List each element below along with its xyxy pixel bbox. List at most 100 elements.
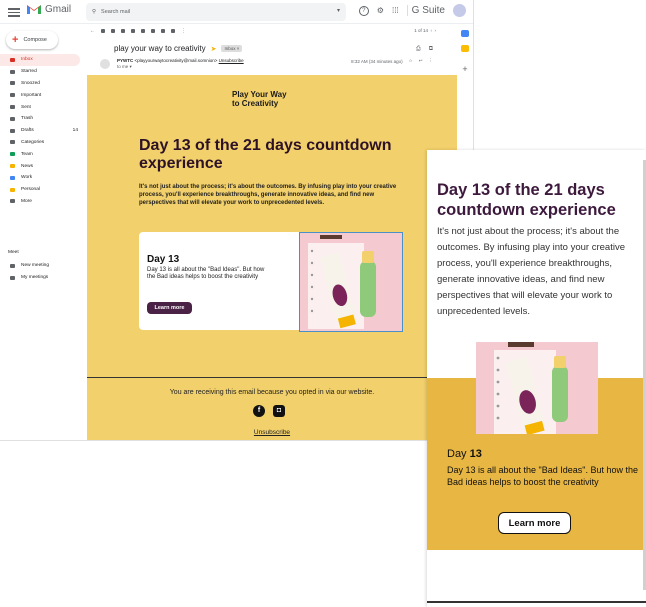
cosmetics-illustration	[476, 342, 598, 434]
gmail-logo-text: Gmail	[45, 3, 72, 15]
apps-icon[interactable]: ⁞⁞⁞	[392, 6, 399, 15]
account-avatar[interactable]	[453, 4, 466, 17]
snooze-icon[interactable]	[141, 29, 145, 33]
top-right-controls: ? ⚙ ⁞⁞⁞ G Suite	[358, 4, 466, 17]
email-heading: Day 13 of the 21 days countdown experien…	[139, 137, 392, 172]
snoozed-icon	[10, 81, 15, 86]
open-new-window-icon[interactable]: ⧉	[429, 46, 433, 53]
archive-icon[interactable]	[101, 29, 105, 33]
inbox-icon	[10, 57, 15, 62]
sender-name: PYWTC	[117, 58, 134, 63]
report-spam-icon[interactable]	[111, 29, 115, 33]
mobile-preview: Day 13 of the 21 days countdown experien…	[427, 150, 646, 607]
sender-info: PYWTC <playyourwaytocreativity@mail.somn…	[117, 58, 244, 70]
mobile-day-number: 13	[469, 448, 482, 460]
unsubscribe-link[interactable]: Unsubscribe	[87, 429, 457, 436]
sidebar-item-snoozed[interactable]: Snoozed	[0, 78, 86, 90]
pager: 1 of 14 ‹ ›	[414, 28, 436, 33]
sent-icon	[10, 105, 15, 110]
brand-line-2: to Creativity	[232, 99, 279, 108]
learn-more-button[interactable]: Learn more	[147, 302, 192, 314]
sidebar-item-categories[interactable]: Categories	[0, 137, 86, 149]
work-icon	[10, 175, 15, 180]
print-icon[interactable]: ⎙	[416, 46, 421, 53]
sidebar-item-team[interactable]: Team	[0, 148, 86, 160]
hamburger-menu-icon[interactable]	[8, 6, 20, 18]
sender-avatar	[100, 59, 110, 69]
sidebar-item-drafts[interactable]: Drafts 14	[0, 125, 86, 137]
email-meta: 8:32 AM (34 minutes ago) ☆ ↩ ⋮	[351, 58, 433, 64]
inbox-label-chip[interactable]: Inbox ×	[221, 45, 243, 52]
starred-icon	[10, 69, 15, 74]
sidebar-item-label: Categories	[21, 139, 45, 145]
sidebar-item-count: 14	[72, 128, 78, 134]
video-icon	[10, 263, 15, 268]
sidebar-item-label: Team	[21, 151, 33, 157]
gmail-m-icon	[27, 5, 41, 14]
star-icon[interactable]: ☆	[409, 58, 413, 64]
card-text: Day 13 is all about the "Bad Ideas". But…	[147, 267, 265, 280]
email-body: Play Your Way to Creativity Day 13 of th…	[87, 75, 457, 440]
sidebar-item-my-meetings[interactable]: My meetings	[0, 272, 86, 284]
sidebar-item-more[interactable]: More	[0, 196, 86, 208]
instagram-icon[interactable]: ◘	[273, 405, 285, 417]
add-addon-icon[interactable]: +	[456, 64, 473, 74]
sidebar-item-starred[interactable]: Starred	[0, 66, 86, 78]
gmail-logo[interactable]: Gmail	[26, 3, 71, 15]
sidebar-item-label: My meetings	[21, 275, 49, 281]
pager-text: 1 of 14	[414, 28, 428, 33]
add-task-icon[interactable]	[151, 29, 155, 33]
search-input[interactable]: ⚲ Search mail ▾	[86, 3, 346, 21]
email-time: 8:32 AM (34 minutes ago)	[351, 58, 403, 64]
calendar-icon[interactable]	[461, 30, 469, 37]
cosmetics-illustration	[300, 233, 402, 331]
sidebar: + Compose Inbox Starred Snoozed Important Se…	[0, 24, 86, 440]
team-icon	[10, 152, 15, 157]
compose-button[interactable]: + Compose	[6, 31, 58, 49]
compose-label: Compose	[23, 37, 47, 43]
sidebar-item-new-meeting[interactable]: New meeting	[0, 260, 86, 272]
sidebar-item-important[interactable]: Important	[0, 89, 86, 101]
facebook-icon[interactable]: f	[253, 405, 265, 417]
sidebar-nav: Inbox Starred Snoozed Important Sent Trash Dra…	[0, 54, 86, 207]
mobile-footer-divider	[427, 601, 646, 603]
settings-icon[interactable]: ⚙	[377, 6, 384, 15]
search-options-icon[interactable]: ▾	[337, 7, 340, 14]
back-icon[interactable]: ←	[90, 28, 95, 34]
brand-title: Play Your Way to Creativity	[232, 90, 287, 108]
card-title: Day 13	[147, 254, 180, 265]
move-to-icon[interactable]	[161, 29, 165, 33]
product-image[interactable]	[299, 232, 403, 332]
sidebar-item-label: Snoozed	[21, 80, 40, 86]
news-icon	[10, 164, 15, 169]
plus-icon: +	[12, 34, 19, 46]
gsuite-label: G Suite	[406, 5, 445, 16]
categories-icon	[10, 140, 15, 145]
delete-icon[interactable]	[121, 29, 125, 33]
sidebar-item-sent[interactable]: Sent	[0, 101, 86, 113]
meet-title: Meet	[8, 250, 19, 255]
important-icon	[10, 93, 15, 98]
subject-actions: ⎙ ⧉	[416, 46, 433, 53]
mobile-product-image[interactable]	[476, 342, 598, 434]
keep-icon[interactable]	[461, 45, 469, 52]
mark-unread-icon[interactable]	[131, 29, 135, 33]
more-options-icon[interactable]: ⋮	[181, 28, 186, 34]
email-subject: play your way to creativity ➤ Inbox ×	[114, 44, 243, 53]
sender-unsubscribe-link[interactable]: Unsubscribe	[219, 58, 244, 63]
important-marker-icon[interactable]: ➤	[211, 45, 217, 53]
recipient[interactable]: to me ▾	[117, 64, 132, 69]
mobile-heading: Day 13 of the 21 days countdown experien…	[437, 181, 616, 219]
sidebar-item-label: Drafts	[21, 128, 34, 134]
sidebar-item-news[interactable]: News	[0, 160, 86, 172]
sidebar-item-trash[interactable]: Trash	[0, 113, 86, 125]
reply-icon[interactable]: ↩	[419, 58, 423, 64]
sidebar-item-personal[interactable]: Personal	[0, 184, 86, 196]
help-icon[interactable]: ?	[358, 5, 369, 16]
more-icon[interactable]: ⋮	[429, 58, 434, 64]
label-icon[interactable]	[171, 29, 175, 33]
sidebar-item-work[interactable]: Work	[0, 172, 86, 184]
gmail-topbar: Gmail ⚲ Search mail ▾ ? ⚙ ⁞⁞⁞ G Suite	[0, 0, 473, 24]
mobile-learn-more-button[interactable]: Learn more	[498, 512, 571, 534]
sidebar-item-inbox[interactable]: Inbox	[0, 54, 80, 66]
